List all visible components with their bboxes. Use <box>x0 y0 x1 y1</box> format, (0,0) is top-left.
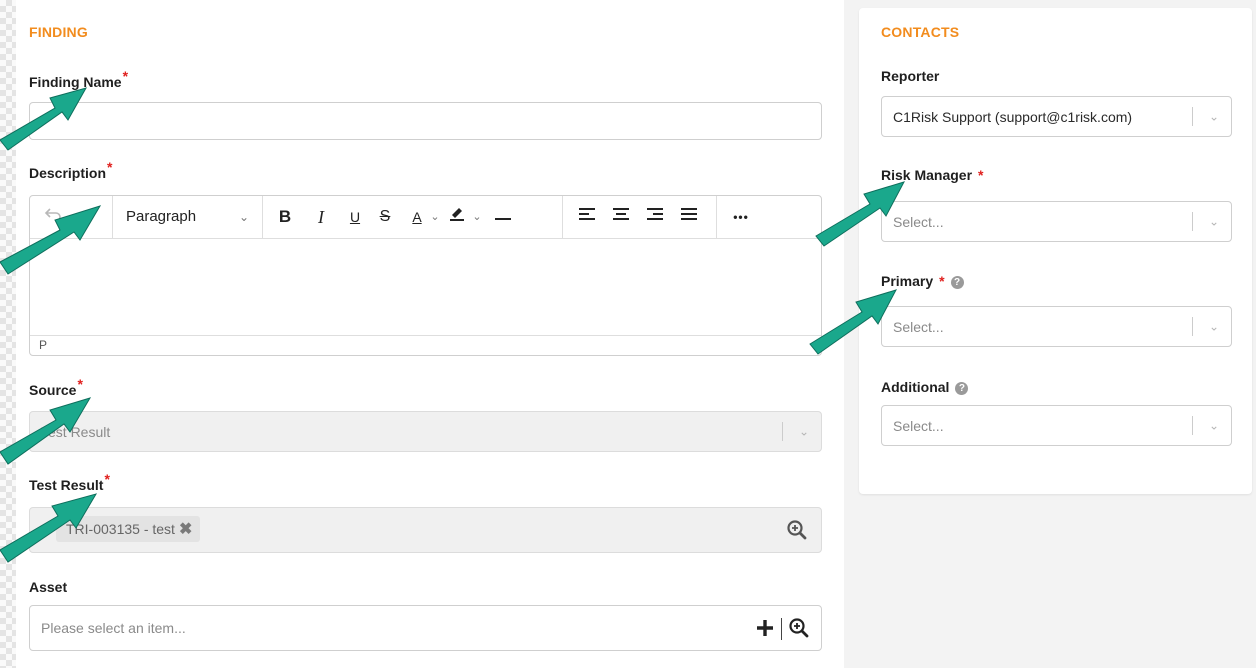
chevron-down-icon: ⌄ <box>1208 108 1219 123</box>
required-mark: * <box>939 273 945 289</box>
align-right-icon[interactable] <box>644 196 666 238</box>
strikethrough-button[interactable]: S <box>374 196 396 238</box>
align-left-icon[interactable] <box>576 196 598 238</box>
chevron-down-icon: ⌄ <box>1208 417 1219 432</box>
annotation-arrow-icon <box>0 493 98 563</box>
contacts-section-title: CONTACTS <box>881 24 960 40</box>
bold-button[interactable]: B <box>274 196 296 238</box>
asset-placeholder: Please select an item... <box>41 620 186 636</box>
toolbar-divider <box>262 196 263 238</box>
italic-button[interactable]: I <box>310 196 332 238</box>
zoom-icon[interactable] <box>789 618 809 641</box>
more-options-button[interactable]: ••• <box>728 196 754 238</box>
description-editor[interactable]: Paragraph ⌄ B I U S A ⌄ ⌄ ••• P <box>29 195 822 356</box>
zoom-icon[interactable] <box>787 520 807 543</box>
required-mark: * <box>978 167 984 183</box>
additional-select[interactable]: Select... ⌄ <box>881 405 1232 446</box>
additional-label: Additional? <box>881 379 969 395</box>
chevron-down-icon: ⌄ <box>1208 318 1219 333</box>
highlight-color-button[interactable] <box>446 196 468 238</box>
reporter-value: C1Risk Support (support@c1risk.com) <box>893 108 1133 125</box>
align-center-icon[interactable] <box>610 196 632 238</box>
description-label: Description* <box>29 159 113 181</box>
finding-section-title: FINDING <box>29 24 88 40</box>
select-divider <box>1192 107 1193 126</box>
select-divider <box>1192 212 1193 231</box>
source-select[interactable]: Test Result ⌄ <box>29 411 822 452</box>
toolbar-divider <box>112 196 113 238</box>
required-mark: * <box>122 68 129 85</box>
annotation-arrow-icon <box>809 289 898 355</box>
chevron-down-icon[interactable]: ⌄ <box>428 196 442 238</box>
primary-placeholder: Select... <box>893 318 944 335</box>
lookup-divider <box>781 618 782 640</box>
required-mark: * <box>104 471 110 488</box>
select-divider <box>782 422 783 441</box>
align-justify-icon[interactable] <box>678 196 700 238</box>
remove-icon[interactable]: ✖ <box>179 521 192 538</box>
additional-placeholder: Select... <box>893 417 944 434</box>
toolbar-divider <box>562 196 563 238</box>
chevron-down-icon: ⌄ <box>1208 213 1219 228</box>
asset-lookup[interactable]: Please select an item... <box>29 605 822 651</box>
annotation-arrow-icon <box>0 87 88 151</box>
reporter-select[interactable]: C1Risk Support (support@c1risk.com) ⌄ <box>881 96 1232 137</box>
asset-label: Asset <box>29 579 68 595</box>
annotation-arrow-icon <box>0 205 102 275</box>
help-icon[interactable]: ? <box>950 275 964 289</box>
finding-name-input[interactable] <box>29 102 822 140</box>
help-icon[interactable]: ? <box>955 381 969 395</box>
select-divider <box>1192 416 1193 435</box>
underline-button[interactable]: U <box>344 196 366 238</box>
annotation-arrow-icon <box>815 181 906 247</box>
font-color-button[interactable]: A <box>406 196 428 238</box>
select-divider <box>1192 317 1193 336</box>
editor-status-path: P <box>30 335 821 355</box>
annotation-arrow-icon <box>0 397 92 465</box>
toolbar-divider <box>716 196 717 238</box>
reporter-label: Reporter <box>881 68 940 84</box>
primary-select[interactable]: Select... ⌄ <box>881 306 1232 347</box>
chevron-down-icon[interactable]: ⌄ <box>236 196 252 238</box>
editor-toolbar: Paragraph ⌄ B I U S A ⌄ ⌄ ••• <box>30 196 821 239</box>
chevron-down-icon[interactable]: ⌄ <box>470 196 484 238</box>
plus-icon[interactable] <box>755 618 775 641</box>
risk-manager-select[interactable]: Select... ⌄ <box>881 201 1232 242</box>
horizontal-rule-button[interactable] <box>492 196 514 238</box>
paragraph-format-select[interactable]: Paragraph <box>126 196 236 238</box>
required-mark: * <box>107 159 113 176</box>
chevron-down-icon: ⌄ <box>798 423 809 438</box>
